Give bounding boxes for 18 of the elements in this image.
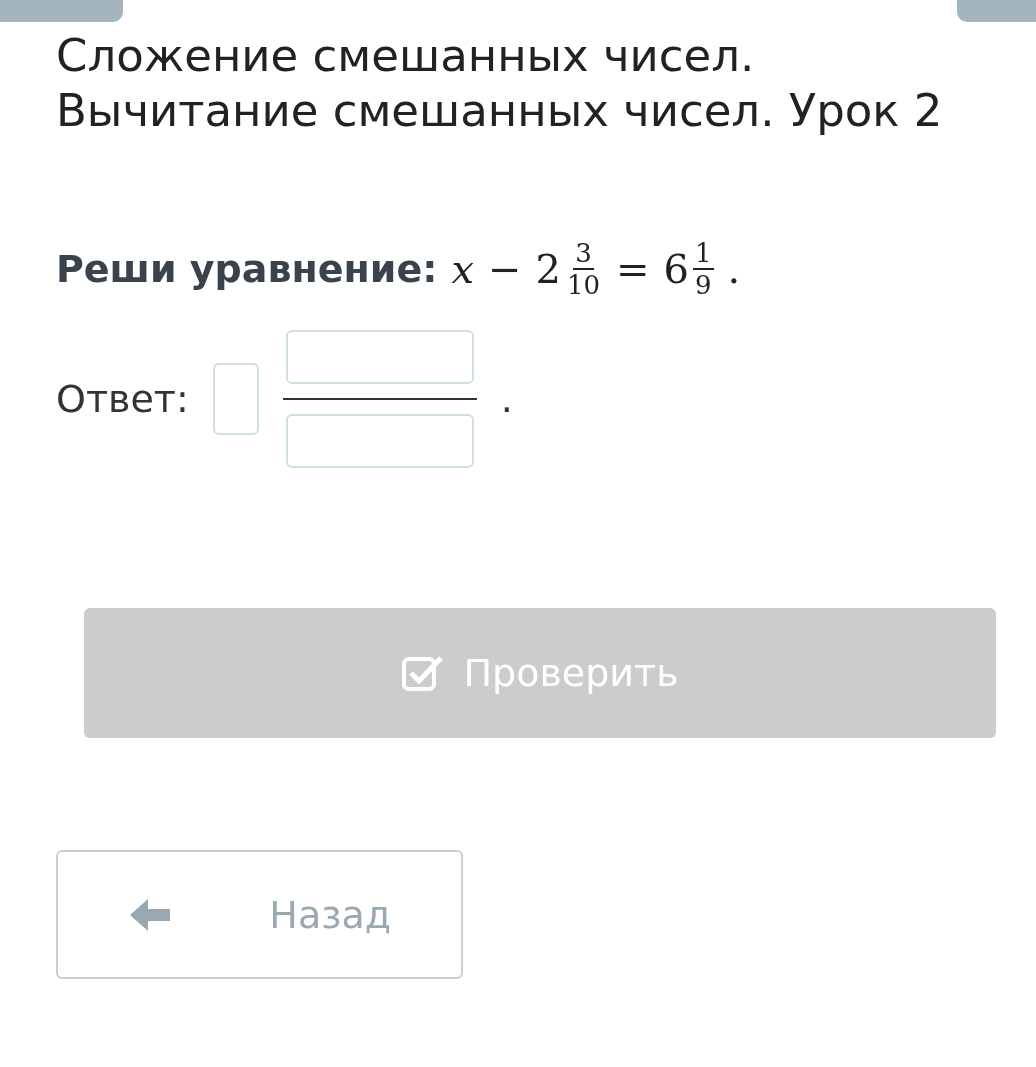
period: . [500,377,513,421]
whole-number: 2 [535,246,561,292]
fraction: 3 10 [565,238,601,300]
checkbox-icon [401,654,446,692]
variable: x [451,246,474,292]
arrow-left-icon [128,896,172,933]
task-label: Реши уравнение: [56,247,438,291]
whole-input-field[interactable] [212,363,259,435]
answer-label: Ответ: [56,377,189,421]
fraction: 1 9 [692,238,714,300]
back-button[interactable]: Назад [56,850,463,979]
period: . [727,246,741,292]
numerator-input-field[interactable] [285,330,474,384]
equals-sign: = [616,246,650,292]
minus-sign: − [487,246,522,292]
whole-number: 6 [663,246,689,292]
denominator-input-field[interactable] [285,414,474,468]
lesson-title: Сложение смешанных чисел. Вычитание смешанных чисел. Урок 2 [56,28,944,138]
